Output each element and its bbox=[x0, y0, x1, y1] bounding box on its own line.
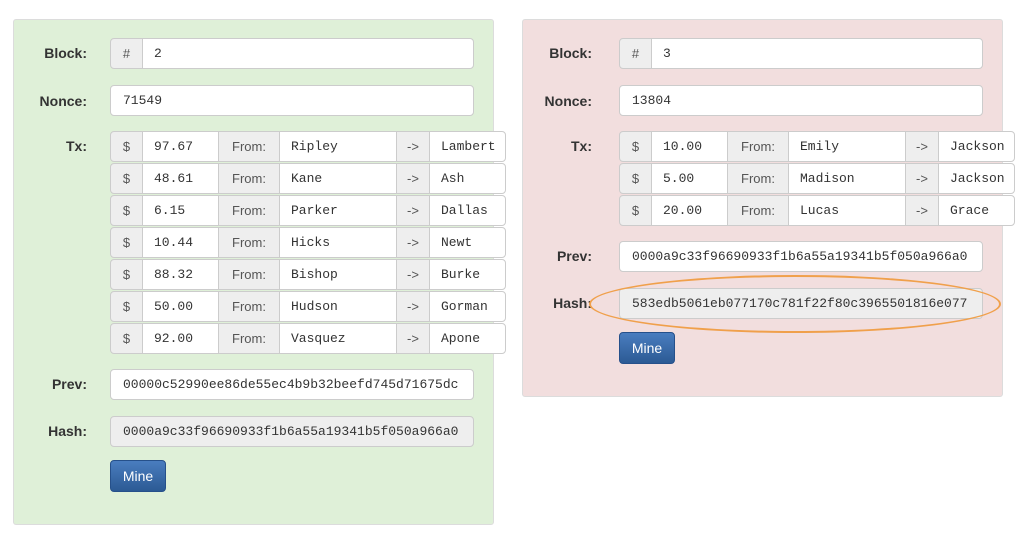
tx-amount-input[interactable]: 6.15 bbox=[142, 195, 219, 226]
tx-row: $88.32 From: Bishop -> Burke bbox=[110, 259, 506, 290]
currency-symbol-addon: $ bbox=[110, 259, 143, 290]
tx-amount-input[interactable]: 88.32 bbox=[142, 259, 219, 290]
tx-amount-input[interactable]: 10.00 bbox=[651, 131, 728, 162]
hash-label: Hash: bbox=[553, 295, 592, 311]
nonce-input[interactable]: 71549 bbox=[110, 85, 474, 116]
tx-row: $92.00 From: Vasquez -> Apone bbox=[110, 323, 506, 354]
from-label-addon: From: bbox=[218, 291, 280, 322]
tx-amount-input[interactable]: 48.61 bbox=[142, 163, 219, 194]
tx-row: $48.61 From: Kane -> Ash bbox=[110, 163, 506, 194]
nonce-label: Nonce: bbox=[39, 93, 87, 109]
tx-amount-input[interactable]: 10.44 bbox=[142, 227, 219, 258]
from-label-addon: From: bbox=[218, 131, 280, 162]
from-label-addon: From: bbox=[727, 195, 789, 226]
tx-row: $6.15 From: Parker -> Dallas bbox=[110, 195, 506, 226]
prev-label: Prev: bbox=[51, 376, 87, 392]
tx-row: $50.00 From: Hudson -> Gorman bbox=[110, 291, 506, 322]
currency-symbol-addon: $ bbox=[110, 291, 143, 322]
tx-amount-input[interactable]: 20.00 bbox=[651, 195, 728, 226]
tx-to-input[interactable]: Dallas bbox=[429, 195, 506, 226]
tx-row: $5.00 From: Madison -> Jackson bbox=[619, 163, 1015, 194]
currency-symbol-addon: $ bbox=[110, 195, 143, 226]
tx-from-input[interactable]: Ripley bbox=[279, 131, 397, 162]
currency-symbol-addon: $ bbox=[619, 163, 652, 194]
tx-amount-input[interactable]: 50.00 bbox=[142, 291, 219, 322]
arrow-addon: -> bbox=[905, 195, 939, 226]
hash-field: 0000a9c33f96690933f1b6a55a19341b5f050a96… bbox=[110, 416, 474, 447]
tx-from-input[interactable]: Kane bbox=[279, 163, 397, 194]
tx-to-input[interactable]: Lambert bbox=[429, 131, 506, 162]
arrow-addon: -> bbox=[396, 131, 430, 162]
tx-to-input[interactable]: Newt bbox=[429, 227, 506, 258]
from-label-addon: From: bbox=[218, 163, 280, 194]
tx-to-input[interactable]: Grace bbox=[938, 195, 1015, 226]
currency-symbol-addon: $ bbox=[110, 131, 143, 162]
mine-button[interactable]: Mine bbox=[619, 332, 675, 364]
block-card-2: Block: # 2 Nonce: 71549 Tx: $97.67 From: R… bbox=[13, 19, 506, 525]
tx-amount-input[interactable]: 92.00 bbox=[142, 323, 219, 354]
from-label-addon: From: bbox=[218, 195, 280, 226]
mine-button[interactable]: Mine bbox=[110, 460, 166, 492]
arrow-addon: -> bbox=[396, 323, 430, 354]
tx-to-input[interactable]: Ash bbox=[429, 163, 506, 194]
currency-symbol-addon: $ bbox=[110, 227, 143, 258]
prev-hash-input[interactable]: 0000a9c33f96690933f1b6a55a19341b5f050a96… bbox=[619, 241, 983, 272]
prev-hash-input[interactable]: 00000c52990ee86de55ec4b9b32beefd745d7167… bbox=[110, 369, 474, 400]
block-label: Block: bbox=[549, 45, 592, 61]
tx-row: $10.44 From: Hicks -> Newt bbox=[110, 227, 506, 258]
arrow-addon: -> bbox=[396, 259, 430, 290]
tx-from-input[interactable]: Emily bbox=[788, 131, 906, 162]
tx-to-input[interactable]: Apone bbox=[429, 323, 506, 354]
arrow-addon: -> bbox=[396, 291, 430, 322]
block-number-input[interactable]: 2 bbox=[142, 38, 474, 69]
hash-field: 583edb5061eb077170c781f22f80c3965501816e… bbox=[619, 288, 983, 319]
block-number-input[interactable]: 3 bbox=[651, 38, 983, 69]
hash-label: Hash: bbox=[48, 423, 87, 439]
currency-symbol-addon: $ bbox=[110, 323, 143, 354]
block-label: Block: bbox=[44, 45, 87, 61]
tx-amount-input[interactable]: 5.00 bbox=[651, 163, 728, 194]
arrow-addon: -> bbox=[905, 131, 939, 162]
tx-amount-input[interactable]: 97.67 bbox=[142, 131, 219, 162]
currency-symbol-addon: $ bbox=[619, 131, 652, 162]
currency-symbol-addon: $ bbox=[619, 195, 652, 226]
tx-to-input[interactable]: Jackson bbox=[938, 163, 1015, 194]
from-label-addon: From: bbox=[727, 131, 789, 162]
tx-from-input[interactable]: Vasquez bbox=[279, 323, 397, 354]
from-label-addon: From: bbox=[218, 323, 280, 354]
tx-from-input[interactable]: Hudson bbox=[279, 291, 397, 322]
prev-label: Prev: bbox=[556, 248, 592, 264]
arrow-addon: -> bbox=[396, 195, 430, 226]
arrow-addon: -> bbox=[396, 227, 430, 258]
hash-symbol-addon: # bbox=[619, 38, 652, 69]
hash-symbol-addon: # bbox=[110, 38, 143, 69]
tx-from-input[interactable]: Parker bbox=[279, 195, 397, 226]
from-label-addon: From: bbox=[727, 163, 789, 194]
arrow-addon: -> bbox=[905, 163, 939, 194]
tx-label: Tx: bbox=[66, 138, 87, 154]
tx-from-input[interactable]: Hicks bbox=[279, 227, 397, 258]
tx-row: $97.67 From: Ripley -> Lambert bbox=[110, 131, 506, 162]
tx-label: Tx: bbox=[571, 138, 592, 154]
tx-from-input[interactable]: Madison bbox=[788, 163, 906, 194]
block-number-group: # 2 bbox=[110, 38, 474, 69]
from-label-addon: From: bbox=[218, 259, 280, 290]
tx-to-input[interactable]: Jackson bbox=[938, 131, 1015, 162]
tx-from-input[interactable]: Bishop bbox=[279, 259, 397, 290]
tx-row: $10.00 From: Emily -> Jackson bbox=[619, 131, 1015, 162]
block-card-3: Block: # 3 Nonce: 13804 Tx: $10.00 From: E… bbox=[522, 19, 1015, 397]
tx-row: $20.00 From: Lucas -> Grace bbox=[619, 195, 1015, 226]
tx-to-input[interactable]: Burke bbox=[429, 259, 506, 290]
currency-symbol-addon: $ bbox=[110, 163, 143, 194]
nonce-label: Nonce: bbox=[544, 93, 592, 109]
block-number-group: # 3 bbox=[619, 38, 983, 69]
tx-from-input[interactable]: Lucas bbox=[788, 195, 906, 226]
nonce-input[interactable]: 13804 bbox=[619, 85, 983, 116]
arrow-addon: -> bbox=[396, 163, 430, 194]
tx-to-input[interactable]: Gorman bbox=[429, 291, 506, 322]
from-label-addon: From: bbox=[218, 227, 280, 258]
